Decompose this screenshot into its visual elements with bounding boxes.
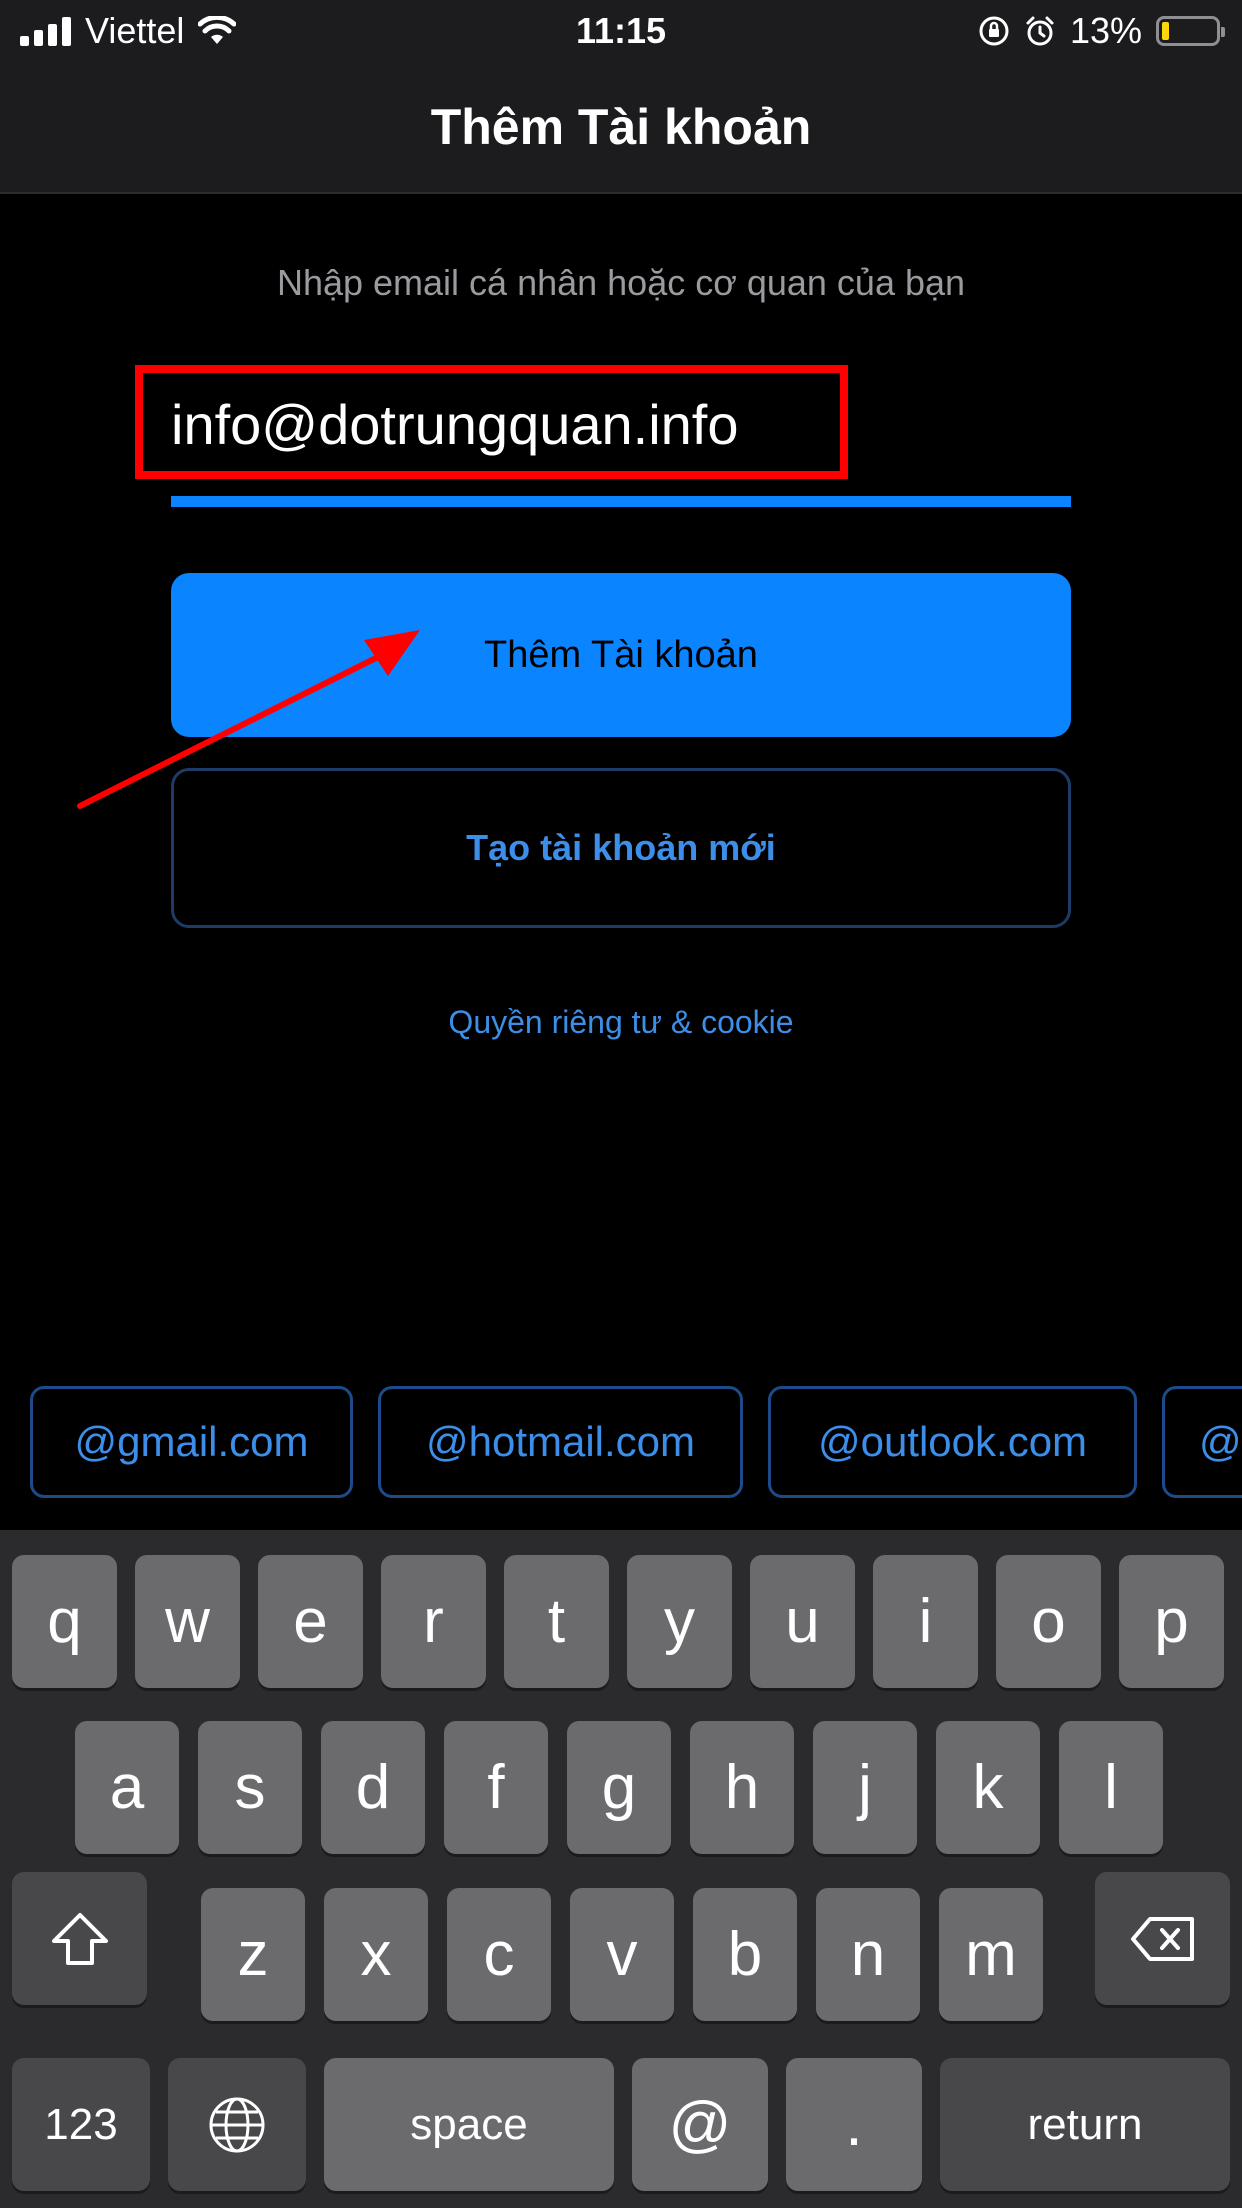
shift-arrow-icon: [51, 1912, 108, 1965]
key-g[interactable]: g: [567, 1721, 671, 1854]
suggestion-outlook[interactable]: @outlook.com: [768, 1386, 1137, 1498]
at-key[interactable]: @: [632, 2058, 768, 2191]
key-p[interactable]: p: [1119, 1555, 1224, 1688]
key-b[interactable]: b: [693, 1888, 797, 2021]
alarm-icon: [1026, 16, 1054, 46]
globe-icon: [209, 2097, 265, 2152]
globe-key[interactable]: [168, 2058, 306, 2191]
suggestion-hotmail[interactable]: @hotmail.com: [378, 1386, 743, 1498]
key-y[interactable]: y: [627, 1555, 732, 1688]
key-v[interactable]: v: [570, 1888, 674, 2021]
key-n[interactable]: n: [816, 1888, 920, 2021]
privacy-cookie-link[interactable]: Quyền riêng tư & cookie: [0, 1004, 1242, 1041]
battery-percent: 13%: [1069, 10, 1142, 51]
key-c[interactable]: c: [447, 1888, 551, 2021]
key-j[interactable]: j: [813, 1721, 917, 1854]
key-l[interactable]: l: [1059, 1721, 1163, 1854]
key-d[interactable]: d: [321, 1721, 425, 1854]
email-input-underline: [171, 496, 1071, 507]
backspace-icon: [1130, 1916, 1194, 1961]
return-key[interactable]: return: [940, 2058, 1230, 2191]
key-a[interactable]: a: [75, 1721, 179, 1854]
period-key[interactable]: .: [786, 2058, 922, 2191]
key-e[interactable]: e: [258, 1555, 363, 1688]
key-k[interactable]: k: [936, 1721, 1040, 1854]
key-o[interactable]: o: [996, 1555, 1101, 1688]
create-account-button[interactable]: Tạo tài khoản mới: [171, 768, 1071, 928]
keyboard: qwertyuiop asdfghjkl zxcvbnm 123 space @…: [0, 1530, 1242, 2208]
email-prompt: Nhập email cá nhân hoặc cơ quan của bạn: [276, 262, 966, 303]
key-z[interactable]: z: [201, 1888, 305, 2021]
key-f[interactable]: f: [444, 1721, 548, 1854]
space-key[interactable]: space: [324, 2058, 614, 2191]
key-i[interactable]: i: [873, 1555, 978, 1688]
key-s[interactable]: s: [198, 1721, 302, 1854]
navigation-bar: Thêm Tài khoản: [0, 64, 1242, 194]
suggestion-gmail[interactable]: @gmail.com: [30, 1386, 353, 1498]
status-bar: Viettel 11:15 13%: [0, 0, 1242, 64]
key-r[interactable]: r: [381, 1555, 486, 1688]
key-t[interactable]: t: [504, 1555, 609, 1688]
key-w[interactable]: w: [135, 1555, 240, 1688]
add-account-button[interactable]: Thêm Tài khoản: [171, 573, 1071, 737]
shift-key[interactable]: [12, 1872, 147, 2005]
key-h[interactable]: h: [690, 1721, 794, 1854]
annotation-highlight-box: [135, 365, 848, 479]
battery-icon: [1156, 16, 1225, 46]
key-x[interactable]: x: [324, 1888, 428, 2021]
page-title: Thêm Tài khoản: [430, 99, 812, 155]
status-right: 13%: [978, 10, 1225, 52]
domain-suggestions: @gmail.com @hotmail.com @outlook.com @: [0, 1362, 1242, 1530]
rotation-lock-icon: [979, 16, 1009, 46]
key-q[interactable]: q: [12, 1555, 117, 1688]
numbers-key[interactable]: 123: [12, 2058, 150, 2191]
key-m[interactable]: m: [939, 1888, 1043, 2021]
backspace-key[interactable]: [1095, 1872, 1230, 2005]
suggestion-partial[interactable]: @: [1162, 1386, 1242, 1498]
key-u[interactable]: u: [750, 1555, 855, 1688]
